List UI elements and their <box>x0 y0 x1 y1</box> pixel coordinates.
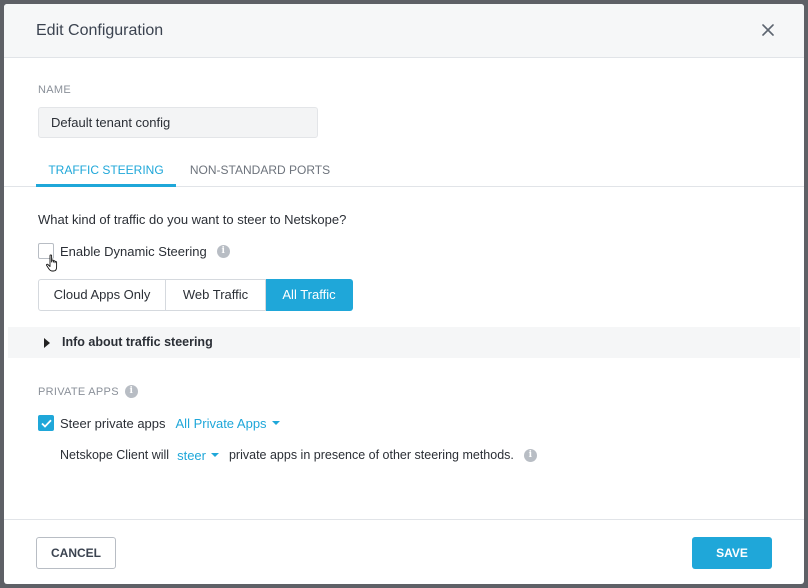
info-traffic-steering-toggle[interactable]: Info about traffic steering <box>8 327 800 358</box>
hand-cursor-icon <box>45 254 61 274</box>
client-action-dropdown[interactable]: steer <box>177 448 219 463</box>
steer-private-apps-label: Steer private apps <box>60 415 166 431</box>
save-button[interactable]: SAVE <box>692 537 772 569</box>
name-input[interactable] <box>38 107 318 138</box>
chevron-down-icon <box>271 421 280 425</box>
info-traffic-steering-label: Info about traffic steering <box>62 335 213 349</box>
private-apps-label: PRIVATE APPS i <box>38 385 138 398</box>
steer-private-apps-row: Steer private apps All Private Apps <box>38 415 280 431</box>
dialog-footer: CANCEL SAVE <box>4 519 804 584</box>
option-cloud-apps-only[interactable]: Cloud Apps Only <box>38 279 166 311</box>
traffic-question: What kind of traffic do you want to stee… <box>38 212 347 227</box>
steer-private-apps-checkbox[interactable] <box>38 415 54 431</box>
traffic-type-selector: Cloud Apps Only Web Traffic All Traffic <box>38 279 353 311</box>
chevron-down-icon <box>210 453 219 457</box>
client-prefix-text: Netskope Client will <box>60 448 170 462</box>
info-icon[interactable]: i <box>523 448 537 462</box>
tab-non-standard-ports[interactable]: NON-STANDARD PORTS <box>184 154 336 187</box>
checkmark-icon <box>41 419 52 428</box>
edit-configuration-dialog: Edit Configuration NAME TRAFFIC STEERING… <box>4 4 804 584</box>
private-apps-scope-dropdown[interactable]: All Private Apps <box>176 416 280 431</box>
cancel-button[interactable]: CANCEL <box>36 537 116 569</box>
name-label: NAME <box>38 84 71 96</box>
tab-bar: TRAFFIC STEERING NON-STANDARD PORTS <box>4 154 804 187</box>
dialog-title: Edit Configuration <box>36 22 164 39</box>
private-apps-label-text: PRIVATE APPS <box>38 385 119 398</box>
dynamic-steering-label: Enable Dynamic Steering <box>60 243 207 259</box>
info-icon[interactable]: i <box>124 385 138 398</box>
close-icon[interactable] <box>760 22 776 38</box>
private-apps-scope-value: All Private Apps <box>175 415 267 431</box>
info-icon[interactable]: i <box>216 244 230 258</box>
tab-traffic-steering[interactable]: TRAFFIC STEERING <box>36 154 176 187</box>
client-suffix-text: private apps in presence of other steeri… <box>228 448 514 462</box>
option-all-traffic[interactable]: All Traffic <box>266 279 353 311</box>
option-web-traffic[interactable]: Web Traffic <box>166 279 266 311</box>
client-steering-row: Netskope Client will steer private apps … <box>60 447 537 463</box>
caret-right-icon <box>44 338 50 348</box>
dialog-header: Edit Configuration <box>4 4 804 58</box>
client-action-value: steer <box>177 447 206 463</box>
dynamic-steering-row: Enable Dynamic Steering i <box>38 243 230 259</box>
